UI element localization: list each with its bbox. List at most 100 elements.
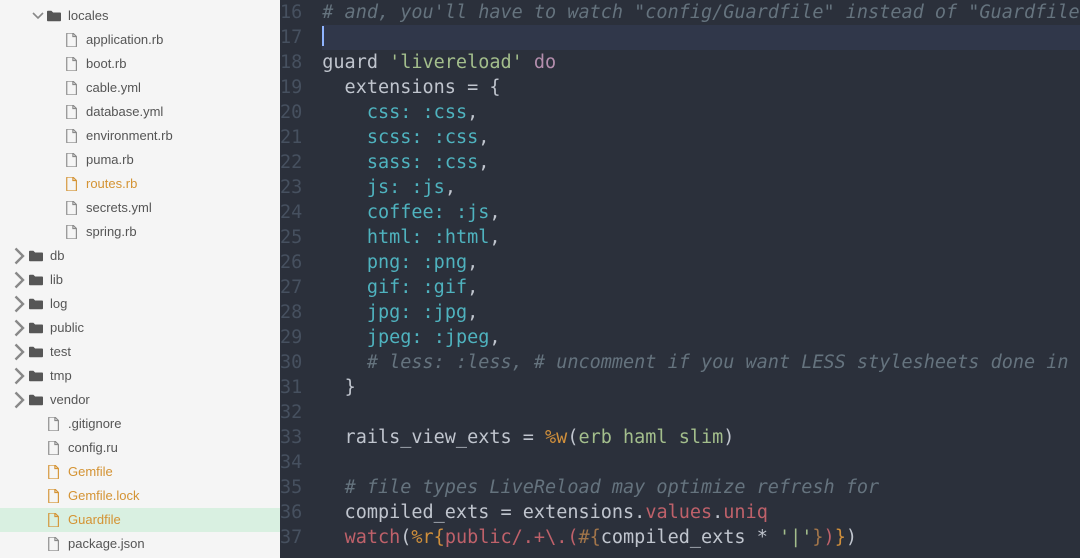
- tree-item-gemfile-lock[interactable]: Gemfile.lock: [0, 484, 280, 508]
- token-pun: }: [345, 377, 356, 398]
- code-line[interactable]: js: :js,: [322, 175, 1080, 200]
- tree-item-spring-rb[interactable]: spring.rb: [0, 220, 280, 244]
- token-dim: guard: [322, 52, 389, 73]
- tree-item-guardfile[interactable]: Guardfile: [0, 508, 280, 532]
- tree-item-log[interactable]: log: [0, 292, 280, 316]
- tree-item-label: public: [50, 316, 84, 340]
- code-line[interactable]: [322, 25, 1080, 50]
- code-line[interactable]: jpg: :jpg,: [322, 300, 1080, 325]
- tree-item-database-yml[interactable]: database.yml: [0, 100, 280, 124]
- token-dim: [478, 77, 489, 98]
- code-line[interactable]: html: :html,: [322, 225, 1080, 250]
- line-number: 22: [280, 150, 302, 175]
- chevron-down-icon[interactable]: [32, 10, 44, 22]
- tree-item-config-ru[interactable]: config.ru: [0, 436, 280, 460]
- line-number: 24: [280, 200, 302, 225]
- token-pun: (: [400, 527, 411, 548]
- code-line[interactable]: extensions = {: [322, 75, 1080, 100]
- folder-icon: [28, 248, 44, 264]
- line-number: 26: [280, 250, 302, 275]
- file-icon: [64, 200, 80, 216]
- code-line[interactable]: [322, 450, 1080, 475]
- tree-item-label: tmp: [50, 364, 72, 388]
- tree-item-label: boot.rb: [86, 52, 126, 76]
- token-pun: ,: [489, 227, 500, 248]
- tree-item-environment-rb[interactable]: environment.rb: [0, 124, 280, 148]
- token-pun: ,: [467, 277, 478, 298]
- token-dim: [523, 52, 534, 73]
- token-sym: scss:: [367, 127, 423, 148]
- token-pun: ): [723, 427, 734, 448]
- tree-item-public[interactable]: public: [0, 316, 280, 340]
- chevron-right-icon[interactable]: [14, 394, 26, 406]
- code-line[interactable]: # file types LiveReload may optimize ref…: [322, 475, 1080, 500]
- file-icon: [64, 80, 80, 96]
- tree-item-vendor[interactable]: vendor: [0, 388, 280, 412]
- tree-item-secrets-yml[interactable]: secrets.yml: [0, 196, 280, 220]
- tree-item-test[interactable]: test: [0, 340, 280, 364]
- tree-item-label: log: [50, 292, 67, 316]
- tree-item-label: puma.rb: [86, 148, 134, 172]
- file-icon: [46, 536, 62, 552]
- line-number: 31: [280, 375, 302, 400]
- token-sym: :js: [411, 177, 444, 198]
- token-sym: :png: [423, 252, 468, 273]
- code-line[interactable]: scss: :css,: [322, 125, 1080, 150]
- file-icon: [46, 512, 62, 528]
- code-line[interactable]: }: [322, 375, 1080, 400]
- line-number: 29: [280, 325, 302, 350]
- file-icon: [64, 224, 80, 240]
- chevron-right-icon: [50, 202, 62, 214]
- line-number: 30: [280, 350, 302, 375]
- tree-item-puma-rb[interactable]: puma.rb: [0, 148, 280, 172]
- file-icon: [46, 464, 62, 480]
- tree-item-package-json[interactable]: package.json: [0, 532, 280, 556]
- token-sym: css:: [367, 102, 412, 123]
- token-dim: [322, 202, 367, 223]
- tree-item-gemfile[interactable]: Gemfile: [0, 460, 280, 484]
- tree-item-label: Gemfile.lock: [68, 484, 140, 508]
- token-pun: ,: [467, 102, 478, 123]
- chevron-right-icon: [50, 106, 62, 118]
- code-line[interactable]: guard 'livereload' do: [322, 50, 1080, 75]
- tree-item-tmp[interactable]: tmp: [0, 364, 280, 388]
- token-dim: [322, 377, 344, 398]
- code-line[interactable]: sass: :css,: [322, 150, 1080, 175]
- file-icon: [64, 152, 80, 168]
- line-number: 25: [280, 225, 302, 250]
- token-pun: =: [501, 502, 512, 523]
- code-editor[interactable]: 1617181920212223242526272829303132333435…: [280, 0, 1080, 558]
- code-line[interactable]: jpeg: :jpeg,: [322, 325, 1080, 350]
- tree-item-locales[interactable]: locales: [0, 4, 280, 28]
- tree-item-label: secrets.yml: [86, 196, 152, 220]
- code-line[interactable]: gif: :gif,: [322, 275, 1080, 300]
- code-line[interactable]: # less: :less, # uncomment if you want L…: [322, 350, 1080, 375]
- token-fn: uniq: [723, 502, 768, 523]
- chevron-right-icon: [50, 130, 62, 142]
- code-line[interactable]: rails_view_exts = %w(erb haml slim): [322, 425, 1080, 450]
- tree-item-routes-rb[interactable]: routes.rb: [0, 172, 280, 196]
- tree-item-lib[interactable]: lib: [0, 268, 280, 292]
- token-str: erb haml slim: [578, 427, 723, 448]
- file-tree[interactable]: localesapplication.rbboot.rbcable.ymldat…: [0, 0, 280, 558]
- tree-item-label: database.yml: [86, 100, 163, 124]
- token-yel: }: [835, 527, 846, 548]
- line-number: 23: [280, 175, 302, 200]
- token-pun: .: [712, 502, 723, 523]
- token-pun: ,: [478, 152, 489, 173]
- token-dim: [534, 427, 545, 448]
- code-area[interactable]: # and, you'll have to watch "config/Guar…: [316, 0, 1080, 558]
- chevron-right-icon: [50, 226, 62, 238]
- token-dim: compiled_exts: [322, 502, 500, 523]
- tree-item-label: cable.yml: [86, 76, 141, 100]
- code-line[interactable]: compiled_exts = extensions.values.uniq: [322, 500, 1080, 525]
- code-line[interactable]: css: :css,: [322, 100, 1080, 125]
- code-line[interactable]: # and, you'll have to watch "config/Guar…: [322, 0, 1080, 25]
- code-line[interactable]: png: :png,: [322, 250, 1080, 275]
- token-sym: :jpeg: [434, 327, 490, 348]
- code-line[interactable]: [322, 400, 1080, 425]
- code-line[interactable]: coffee: :js,: [322, 200, 1080, 225]
- tree-item-db[interactable]: db: [0, 244, 280, 268]
- code-line[interactable]: watch(%r{public/.+\.(#{compiled_exts * '…: [322, 525, 1080, 550]
- tree-item--gitignore[interactable]: .gitignore: [0, 412, 280, 436]
